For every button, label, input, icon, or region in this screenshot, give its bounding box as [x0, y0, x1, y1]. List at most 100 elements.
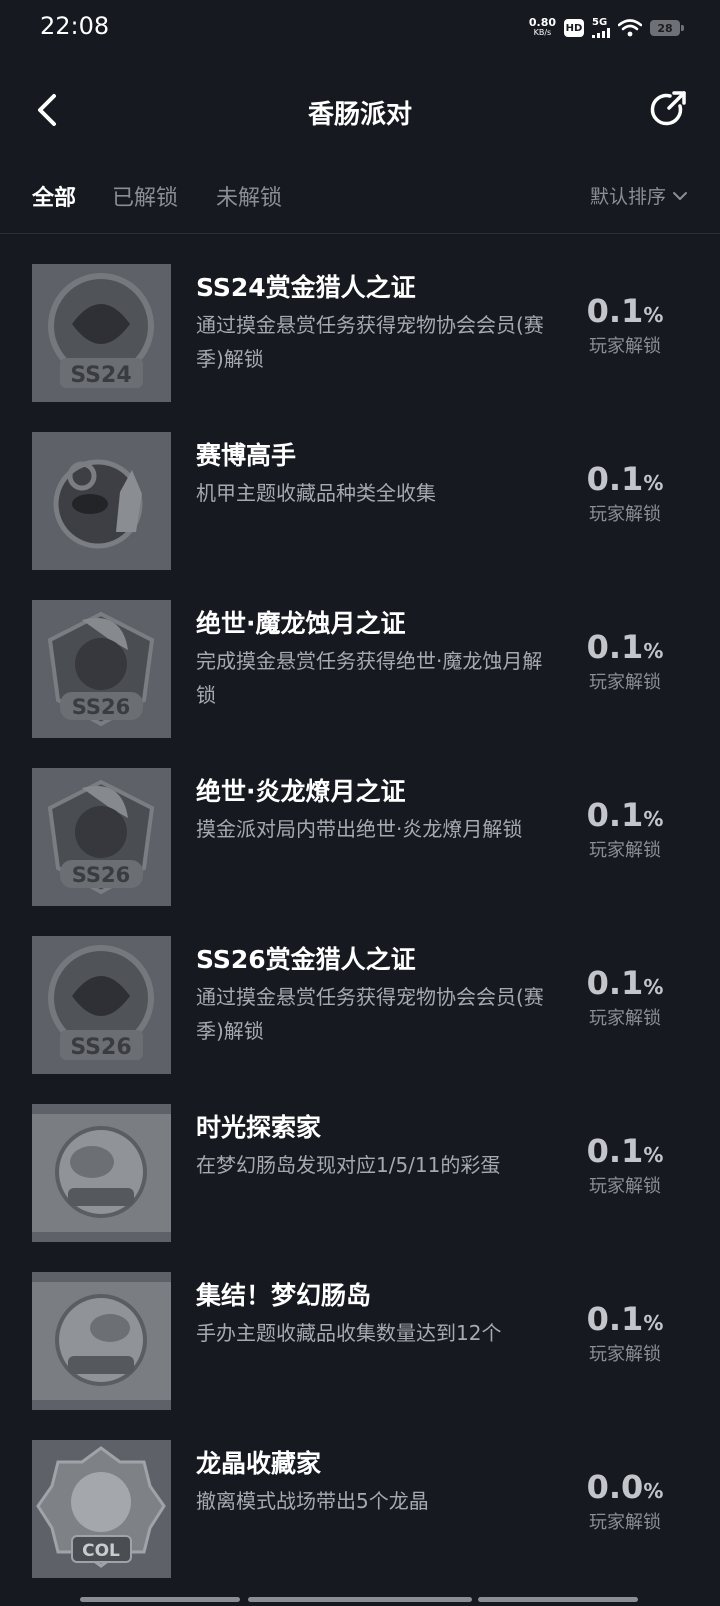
achievement-desc: 撤离模式战场带出5个龙晶	[196, 1489, 429, 1513]
badge-label: COL	[82, 1541, 120, 1561]
achievement-badge-image: SS24	[32, 264, 171, 402]
achievement-badge-image	[32, 1272, 171, 1410]
achievement-info: 绝世·炎龙燎月之证 摸金派对局内带出绝世·炎龙燎月解锁	[196, 776, 556, 846]
tab-unlocked[interactable]: 已解锁	[112, 180, 178, 212]
achievement-info: 赛博高手 机甲主题收藏品种类全收集	[196, 440, 556, 510]
achievement-name: 绝世·魔龙蚀月之证	[196, 609, 406, 638]
achievement-badge-image	[32, 432, 171, 570]
achievement-info: SS26赏金猎人之证 通过摸金悬赏任务获得宠物协会会员(赛季)解锁	[196, 944, 556, 1048]
unlock-rate: 0.1% 玩家解锁	[570, 628, 680, 694]
unlock-rate-label: 玩家解锁	[589, 1176, 661, 1197]
status-bar: 22:08 0.80 KB/s HD 5G 28	[0, 0, 720, 56]
filter-tabs: 全部 已解锁 未解锁 默认排序	[0, 172, 720, 228]
achievement-name: 龙晶收藏家	[196, 1449, 322, 1478]
badge-label: SS26	[70, 1035, 131, 1060]
unlock-rate: 0.0% 玩家解锁	[570, 1468, 680, 1534]
achievement-name: SS24赏金猎人之证	[196, 273, 416, 302]
unlock-rate-label: 玩家解锁	[589, 1344, 661, 1365]
achievement-item[interactable]: 集结！梦幻肠岛 手办主题收藏品收集数量达到12个 0.1% 玩家解锁	[0, 1270, 720, 1438]
achievement-desc: 在梦幻肠岛发现对应1/5/11的彩蛋	[196, 1153, 501, 1177]
achievement-name: 绝世·炎龙燎月之证	[196, 777, 406, 806]
achievement-desc: 通过摸金悬赏任务获得宠物协会会员(赛季)解锁	[196, 985, 544, 1043]
percent-unit: %	[643, 639, 664, 663]
unlock-percent: 0.0	[586, 1468, 644, 1506]
network-type: 5G	[592, 17, 608, 28]
share-icon[interactable]	[646, 88, 690, 132]
achievement-badge-image: COL	[32, 1440, 171, 1578]
unlock-percent: 0.1	[586, 1132, 644, 1170]
percent-unit: %	[643, 303, 664, 327]
unlock-rate-label: 玩家解锁	[589, 840, 661, 861]
unlock-rate: 0.1% 玩家解锁	[570, 292, 680, 358]
percent-unit: %	[643, 471, 664, 495]
achievement-item[interactable]: SS26 SS26赏金猎人之证 通过摸金悬赏任务获得宠物协会会员(赛季)解锁 0…	[0, 934, 720, 1102]
percent-unit: %	[643, 807, 664, 831]
scroll-indicator	[80, 1597, 240, 1602]
achievement-name: SS26赏金猎人之证	[196, 945, 416, 974]
achievement-badge-image: SS26	[32, 600, 171, 738]
sort-label: 默认排序	[589, 186, 666, 208]
badge-label: SS26	[72, 863, 131, 887]
achievement-desc: 摸金派对局内带出绝世·炎龙燎月解锁	[196, 817, 523, 841]
percent-unit: %	[643, 1143, 664, 1167]
tab-locked[interactable]: 未解锁	[216, 180, 282, 212]
battery-icon: 28	[650, 20, 684, 36]
unlock-rate: 0.1% 玩家解锁	[570, 460, 680, 526]
header: 香肠派对	[0, 72, 720, 152]
unlock-rate: 0.1% 玩家解锁	[570, 964, 680, 1030]
percent-unit: %	[643, 1479, 664, 1503]
network-speed-unit: KB/s	[533, 28, 552, 37]
achievement-desc: 通过摸金悬赏任务获得宠物协会会员(赛季)解锁	[196, 313, 544, 371]
achievement-item[interactable]: COL 龙晶收藏家 撤离模式战场带出5个龙晶 0.0% 玩家解锁	[0, 1438, 720, 1606]
unlock-rate-label: 玩家解锁	[589, 504, 661, 525]
unlock-rate-label: 玩家解锁	[589, 336, 661, 357]
achievement-item[interactable]: SS26 绝世·魔龙蚀月之证 完成摸金悬赏任务获得绝世·魔龙蚀月解锁 0.1% …	[0, 598, 720, 766]
achievement-badge-image: SS26	[32, 936, 171, 1074]
unlock-percent: 0.1	[586, 796, 644, 834]
achievement-desc: 完成摸金悬赏任务获得绝世·魔龙蚀月解锁	[196, 649, 543, 707]
percent-unit: %	[643, 975, 664, 999]
achievement-item[interactable]: 时光探索家 在梦幻肠岛发现对应1/5/11的彩蛋 0.1% 玩家解锁	[0, 1102, 720, 1270]
cellular-signal-icon: 5G	[592, 18, 610, 38]
achievement-desc: 手办主题收藏品收集数量达到12个	[196, 1321, 502, 1345]
badge-label: SS24	[70, 363, 131, 388]
tab-all[interactable]: 全部	[32, 180, 76, 212]
scroll-indicator	[248, 1597, 472, 1602]
achievement-item[interactable]: SS26 绝世·炎龙燎月之证 摸金派对局内带出绝世·炎龙燎月解锁 0.1% 玩家…	[0, 766, 720, 934]
wifi-icon	[618, 19, 642, 37]
achievement-item[interactable]: SS24 SS24赏金猎人之证 通过摸金悬赏任务获得宠物协会会员(赛季)解锁 0…	[0, 262, 720, 430]
unlock-percent: 0.1	[586, 628, 644, 666]
achievement-badge-image: SS26	[32, 768, 171, 906]
divider	[0, 233, 720, 234]
achievement-info: 龙晶收藏家 撤离模式战场带出5个龙晶	[196, 1448, 556, 1518]
unlock-percent: 0.1	[586, 1300, 644, 1338]
status-time: 22:08	[40, 12, 110, 40]
achievement-list: SS24 SS24赏金猎人之证 通过摸金悬赏任务获得宠物协会会员(赛季)解锁 0…	[0, 262, 720, 1606]
achievement-name: 集结！梦幻肠岛	[196, 1281, 372, 1310]
sort-dropdown[interactable]: 默认排序	[590, 182, 688, 209]
page-title: 香肠派对	[307, 100, 412, 130]
status-icons: 0.80 KB/s HD 5G 28	[528, 14, 684, 42]
achievement-info: 集结！梦幻肠岛 手办主题收藏品收集数量达到12个	[196, 1280, 556, 1350]
achievement-desc: 机甲主题收藏品种类全收集	[196, 481, 436, 505]
unlock-rate-label: 玩家解锁	[589, 1008, 661, 1029]
badge-label: SS26	[72, 695, 131, 719]
unlock-rate: 0.1% 玩家解锁	[570, 1132, 680, 1198]
unlock-percent: 0.1	[586, 460, 644, 498]
achievement-info: 绝世·魔龙蚀月之证 完成摸金悬赏任务获得绝世·魔龙蚀月解锁	[196, 608, 556, 712]
unlock-rate: 0.1% 玩家解锁	[570, 796, 680, 862]
achievement-info: SS24赏金猎人之证 通过摸金悬赏任务获得宠物协会会员(赛季)解锁	[196, 272, 556, 376]
achievement-badge-image	[32, 1104, 171, 1242]
achievement-name: 时光探索家	[196, 1113, 322, 1142]
unlock-percent: 0.1	[586, 964, 644, 1002]
hd-icon: HD	[564, 19, 584, 37]
network-speed-value: 0.80	[528, 16, 556, 29]
achievement-info: 时光探索家 在梦幻肠岛发现对应1/5/11的彩蛋	[196, 1112, 556, 1182]
network-speed: 0.80 KB/s	[528, 16, 556, 38]
chevron-down-icon	[673, 191, 687, 200]
achievement-item[interactable]: 赛博高手 机甲主题收藏品种类全收集 0.1% 玩家解锁	[0, 430, 720, 598]
unlock-rate-label: 玩家解锁	[589, 1512, 661, 1533]
scroll-indicator	[478, 1597, 638, 1602]
achievement-name: 赛博高手	[196, 441, 297, 470]
unlock-percent: 0.1	[586, 292, 644, 330]
